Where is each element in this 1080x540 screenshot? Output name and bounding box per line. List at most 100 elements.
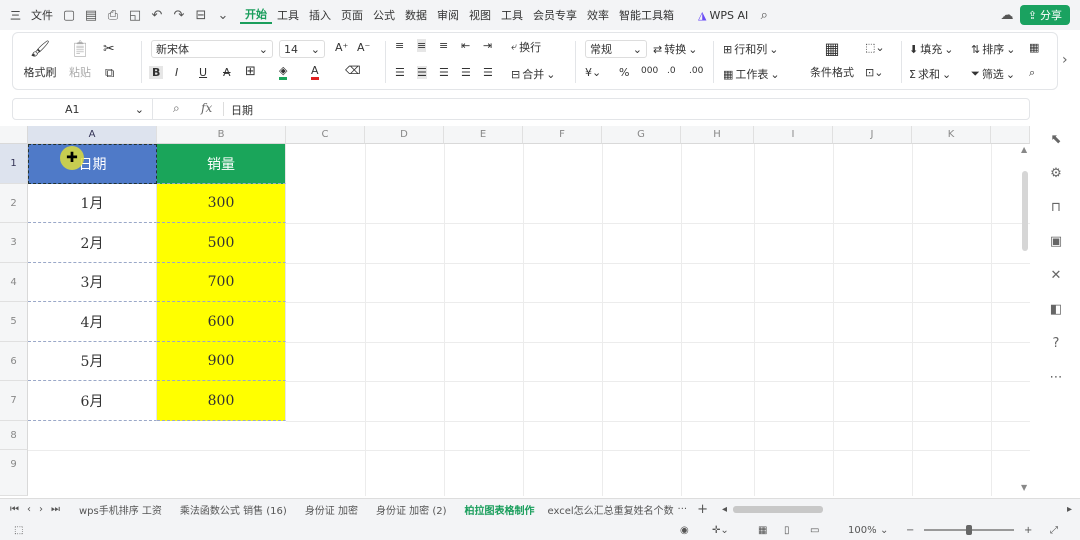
sum-button[interactable]: Σ 求和 ⌄ <box>909 66 951 82</box>
cell-date[interactable]: 1月 <box>28 184 157 223</box>
print-icon[interactable]: ⎙ <box>102 8 124 23</box>
column-header-e[interactable]: E <box>444 126 523 144</box>
sheet-tab[interactable]: excel怎么汇总重复姓名个数 <box>544 502 674 517</box>
fit-window-icon[interactable]: ⤢ <box>1050 525 1058 536</box>
percent-icon[interactable]: % <box>619 66 629 79</box>
clear-format-icon[interactable]: ⌫ <box>345 64 361 77</box>
sheet-tab[interactable]: 身份证 加密 <box>296 502 367 517</box>
fill-button[interactable]: ⬇ 填充 ⌄ <box>909 41 953 57</box>
align-center-icon[interactable]: ☰ <box>417 66 427 79</box>
sheet-tab[interactable]: 乘法函数公式 销售 (16) <box>171 502 296 517</box>
scroll-up-icon[interactable]: ▲ <box>1021 145 1027 154</box>
menu-tab-formula[interactable]: 公式 <box>368 7 400 23</box>
cell-style-icon[interactable]: ⬚⌄ <box>865 41 885 54</box>
row-header-3[interactable]: 3 <box>0 223 28 263</box>
customize-chevron-icon[interactable]: ⌄ <box>212 8 234 23</box>
underline-icon[interactable]: U <box>199 66 207 79</box>
align-right-icon[interactable]: ☰ <box>439 66 449 79</box>
menu-tab-home[interactable]: 开始 <box>240 6 272 24</box>
fill-color-icon[interactable]: ◈ <box>279 64 288 80</box>
sheet-tab[interactable]: wps手机排序 工资 <box>70 502 171 517</box>
wps-ai-button[interactable]: ◮ WPS AI <box>693 9 753 22</box>
horizontal-scroll-right-icon[interactable]: ▸ <box>1065 504 1074 515</box>
undo-icon[interactable]: ↶ <box>146 8 168 23</box>
menu-tab-insert[interactable]: 插入 <box>304 7 336 23</box>
increase-decimal-icon[interactable]: .0 <box>667 66 676 76</box>
convert-button[interactable]: ⇄ 转换 ⌄ <box>653 41 697 57</box>
cell-sales[interactable]: 900 <box>157 342 286 381</box>
export-pdf-icon[interactable]: ▤ <box>80 8 102 23</box>
crosshair-icon[interactable]: ✛⌄ <box>712 525 729 536</box>
border-icon[interactable]: ⊞ <box>245 64 256 79</box>
paste-button[interactable]: 📋︎ 粘贴 <box>65 39 95 80</box>
help-icon[interactable]: ? <box>1048 336 1064 352</box>
row-header-5[interactable]: 5 <box>0 302 28 342</box>
cell-date[interactable]: 4月 <box>28 302 157 342</box>
cell-date[interactable]: 3月 <box>28 263 157 302</box>
cell-date[interactable]: 6月 <box>28 381 157 421</box>
cell-date[interactable]: 2月 <box>28 223 157 263</box>
align-left-icon[interactable]: ☰ <box>395 66 405 79</box>
freeze-icon[interactable]: ⊡⌄ <box>865 66 883 79</box>
justify-icon[interactable]: ☰ <box>461 66 471 79</box>
conditional-format-button[interactable]: ▦ 条件格式 <box>803 39 861 80</box>
menu-tab-tools[interactable]: 工具 <box>272 7 304 23</box>
font-color-icon[interactable]: A <box>311 64 319 80</box>
row-header-7[interactable]: 7 <box>0 381 28 421</box>
more-sheets-button[interactable]: ··· <box>674 504 692 515</box>
cell-sales[interactable]: 300 <box>157 184 286 223</box>
font-shrink-icon[interactable]: A⁻ <box>357 41 370 54</box>
bold-icon[interactable]: B <box>149 66 164 79</box>
strikethrough-icon[interactable]: A <box>223 66 231 79</box>
column-header-j[interactable]: J <box>833 126 912 144</box>
indent-left-icon[interactable]: ⇤ <box>461 39 470 52</box>
cell-sales[interactable]: 800 <box>157 381 286 421</box>
decrease-decimal-icon[interactable]: .00 <box>689 66 703 76</box>
style-icon[interactable]: ⚙ <box>1048 166 1064 182</box>
currency-icon[interactable]: ¥⌄ <box>585 66 601 79</box>
spreadsheet-grid[interactable]: A B C D E F G H I J K 1 2 3 4 5 6 7 8 9 … <box>0 126 1030 496</box>
reading-view-icon[interactable]: ▯ <box>784 525 790 536</box>
cloud-icon[interactable]: ☁ <box>996 8 1018 23</box>
menu-tab-smart-toolbox[interactable]: 智能工具箱 <box>614 7 679 23</box>
preview-icon[interactable]: ◱ <box>124 8 146 23</box>
cell-sales[interactable]: 600 <box>157 302 286 342</box>
column-header-k[interactable]: K <box>912 126 991 144</box>
wrap-text-button[interactable]: ⤶ 换行 <box>511 39 541 55</box>
save-icon[interactable]: ▢ <box>58 8 80 23</box>
cell-sales[interactable]: 700 <box>157 263 286 302</box>
format-painter-button[interactable]: 🖌︎ 格式刷 <box>23 39 57 80</box>
first-sheet-icon[interactable]: ⏮ <box>0 504 23 515</box>
property-icon[interactable]: ⊓ <box>1048 200 1064 216</box>
zoom-slider[interactable] <box>924 525 1014 535</box>
column-header-g[interactable]: G <box>602 126 681 144</box>
distribute-icon[interactable]: ☰ <box>483 66 493 79</box>
prev-sheet-icon[interactable]: ‹ <box>23 504 35 515</box>
thousands-icon[interactable]: 000 <box>641 66 658 76</box>
zoom-function-icon[interactable]: ⌕ <box>173 101 180 116</box>
row-header-6[interactable]: 6 <box>0 342 28 381</box>
menu-file[interactable]: 文件 <box>26 7 58 23</box>
align-bottom-icon[interactable]: ≡ <box>439 39 448 52</box>
menu-tab-data[interactable]: 数据 <box>400 7 432 23</box>
zoom-in-icon[interactable]: + <box>1024 525 1032 536</box>
copy-icon[interactable]: ⧉ <box>105 66 114 81</box>
column-header-a[interactable]: A <box>28 126 157 144</box>
zoom-out-icon[interactable]: − <box>906 525 914 536</box>
menu-tab-efficiency[interactable]: 效率 <box>582 7 614 23</box>
row-col-button[interactable]: ⊞ 行和列 ⌄ <box>723 41 778 57</box>
align-top-icon[interactable]: ≡ <box>395 39 404 52</box>
zoom-level[interactable]: 100% <box>848 525 877 536</box>
share-button[interactable]: ⇪ 分享 <box>1019 5 1070 25</box>
last-sheet-icon[interactable]: ⏭ <box>47 504 70 515</box>
filter-button[interactable]: ⏷ 筛选 ⌄ <box>971 66 1015 82</box>
name-box[interactable]: A1 ⌄ <box>13 99 153 119</box>
row-header-1[interactable]: 1 <box>0 144 28 184</box>
horizontal-scroll-thumb[interactable] <box>733 506 824 513</box>
worksheet-button[interactable]: ▦ 工作表 ⌄ <box>723 66 780 82</box>
indent-right-icon[interactable]: ⇥ <box>483 39 492 52</box>
menu-tab-member[interactable]: 会员专享 <box>528 7 582 23</box>
find-icon[interactable]: ⌕ <box>1029 66 1035 80</box>
row-header-8[interactable]: 8 <box>0 421 28 450</box>
sheet-tab[interactable]: 身份证 加密 (2) <box>367 502 456 517</box>
